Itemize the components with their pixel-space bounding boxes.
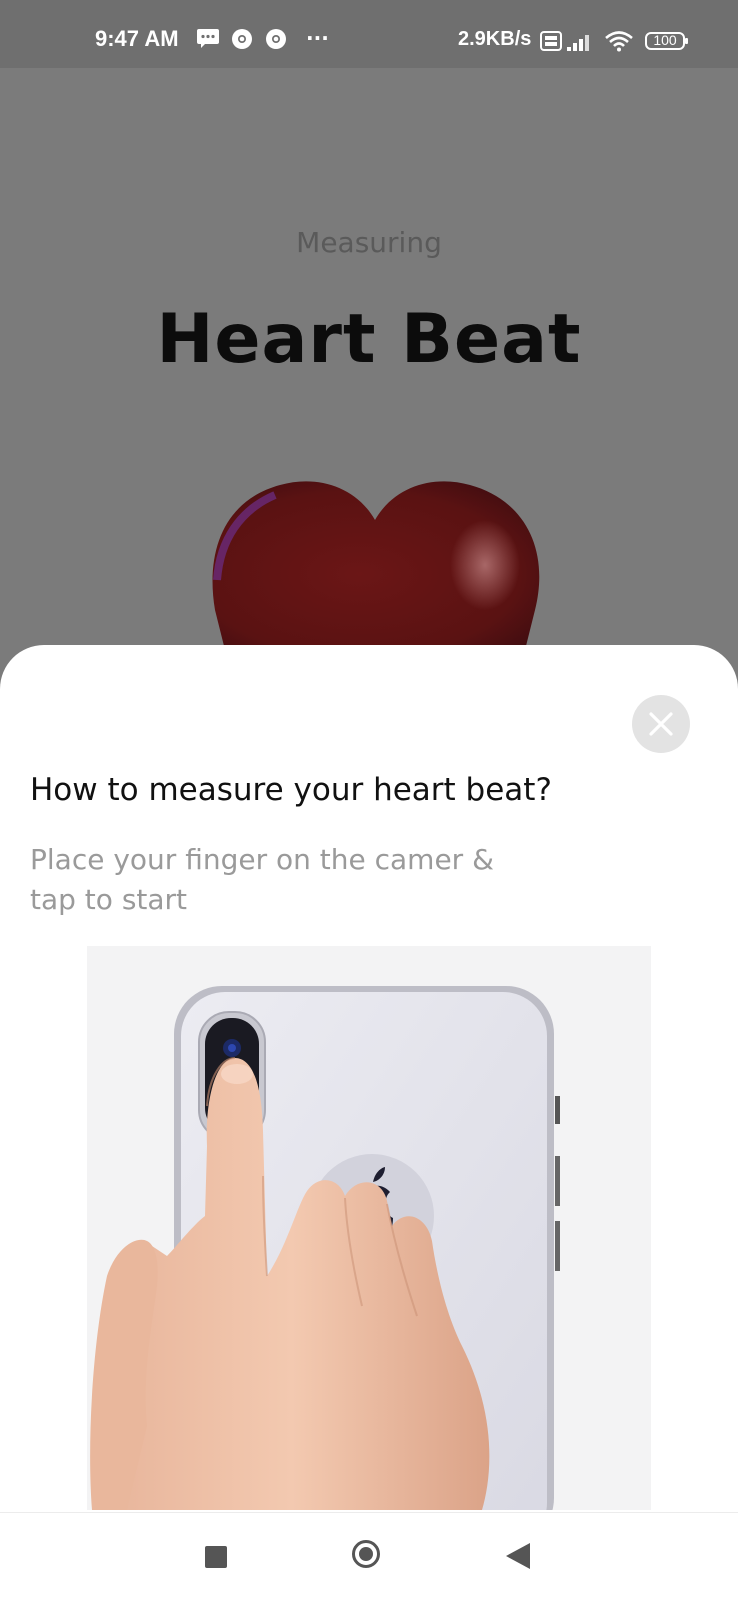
page-title: Heart Beat — [156, 300, 582, 379]
recents-button[interactable] — [205, 1546, 227, 1568]
battery-indicator: 100 — [645, 32, 688, 50]
signal-icon — [566, 32, 594, 56]
close-button[interactable] — [632, 695, 690, 753]
status-time: 9:47 AM — [95, 26, 179, 51]
volte-icon — [540, 31, 562, 55]
network-speed: 2.9KB/s — [458, 28, 532, 50]
wifi-icon — [604, 30, 634, 56]
finger-on-camera-illustration — [87, 946, 651, 1510]
home-button[interactable] — [352, 1540, 380, 1568]
close-icon — [649, 712, 673, 736]
sheet-title: How to measure your heart beat? — [30, 772, 552, 808]
more-icon: ··· — [306, 26, 329, 50]
battery-level: 100 — [653, 32, 677, 48]
chrome-icon — [265, 28, 287, 54]
sheet-description: Place your finger on the camer & tap to … — [30, 843, 494, 916]
message-icon — [196, 28, 220, 52]
chrome-icon — [231, 28, 253, 54]
page-subtitle: Measuring — [296, 226, 442, 259]
heart-icon — [205, 480, 545, 650]
back-button[interactable] — [506, 1543, 530, 1569]
status-bar: 9:47 AM ··· 2.9KB/s 100 — [0, 0, 738, 68]
